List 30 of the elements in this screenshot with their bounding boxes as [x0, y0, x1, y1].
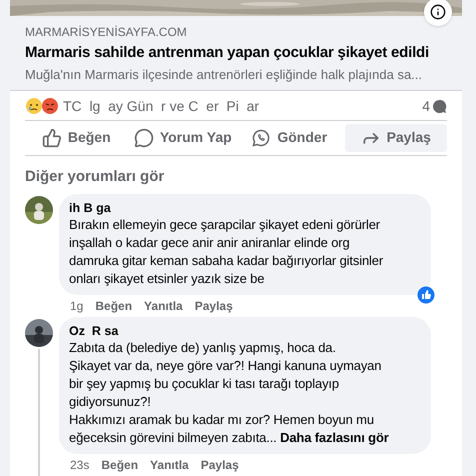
like-link[interactable]: Beğen: [95, 297, 132, 315]
comment-text: Bırakın ellemeyin gece şarapcilar şikayet edeni görürler inşallah o kadar gece anir anir aniranlar elinde org damruka gitar keman sabaha kadar bağırıyorlar gitsinler onları şikayet etsinler yazık size be: [69, 216, 384, 288]
angry-emoji-icon: [41, 97, 59, 116]
reply-link[interactable]: Yanıtla: [144, 297, 183, 315]
comment-time[interactable]: 23s: [70, 456, 90, 474]
action-button[interactable]: Gönder: [238, 124, 340, 152]
comment-time[interactable]: 1g: [70, 297, 84, 315]
like-link[interactable]: Beğen: [101, 456, 138, 474]
link-title: Marmaris sahilde antrenman yapan çocuklar şikayet edildi: [25, 43, 430, 63]
link-preview[interactable]: MARMARİSYENİSAYFA.COM Marmaris sahilde antrenman yapan çocuklar şikayet edildi Muğla'nın Marmaris ilçesinde antrenörleri eşliğinde halk plajında sa...: [10, 16, 462, 91]
comment-author[interactable]: Oz R sa: [69, 323, 421, 339]
reply-link[interactable]: Yanıtla: [150, 456, 189, 474]
link-description: Muğla'nın Marmaris ilçesinde antrenörleri eşliğinde halk plajında sa...: [25, 66, 424, 83]
comment-icon: [432, 98, 447, 114]
reaction-names[interactable]: TC lg ay Gün r ve C er Pi ar: [63, 96, 260, 117]
link-domain: MARMARİSYENİSAYFA.COM: [25, 25, 188, 40]
more-comments-link[interactable]: Diğer yorumları gör: [25, 166, 164, 188]
action-button[interactable]: Yorum Yap: [132, 124, 234, 152]
thumbs-up-icon: [42, 128, 62, 148]
comment-text: Zabıta da (belediye de) yanlış yapmış, hoca da. Şikayet var da, neye göre var?! Hangi kanuna uymayan bir şey yapmış bu çocuklar ki tası tarağı toplayıp gidiyorsunuz?! Hakkımızı aramak bu kadar mı zor? Hemen boyun mu eğeceksin görevini bilmeyen zabıta... Daha fazlasını gör: [69, 339, 390, 447]
action-button[interactable]: Paylaş: [344, 124, 447, 152]
speech-bubble-icon: [134, 128, 154, 148]
action-button[interactable]: Beğen: [25, 124, 128, 152]
share-link[interactable]: Paylaş: [194, 297, 233, 315]
chat-phone-icon: [251, 128, 272, 148]
comment-count[interactable]: 4: [422, 96, 430, 117]
info-icon: [430, 4, 446, 20]
sad-emoji-icon: [25, 97, 43, 116]
share-link[interactable]: Paylaş: [200, 456, 239, 474]
comment-author[interactable]: ih B ga: [69, 200, 421, 216]
